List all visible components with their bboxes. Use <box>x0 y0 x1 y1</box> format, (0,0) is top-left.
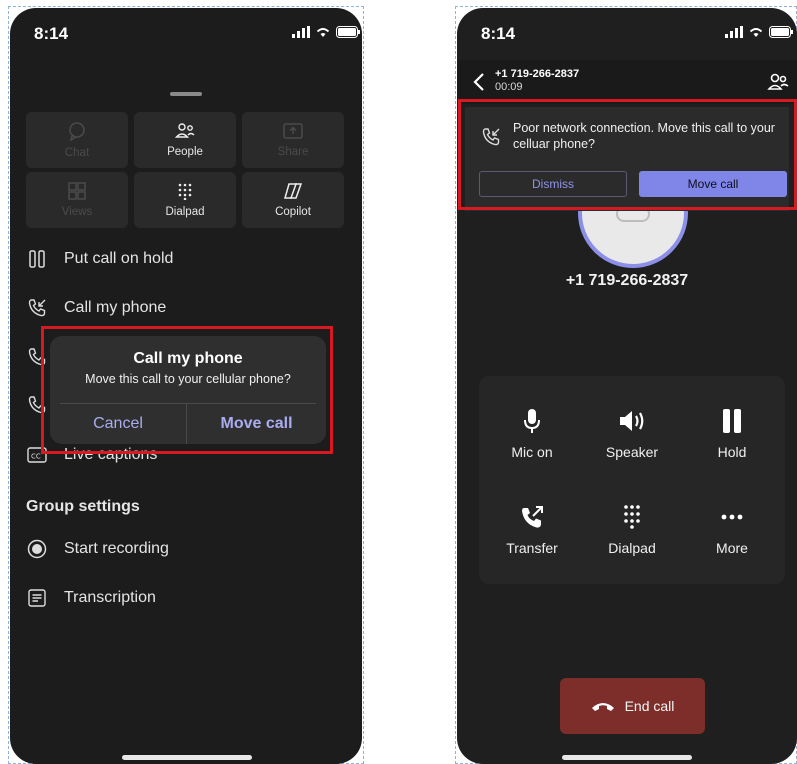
chat-icon <box>69 122 85 141</box>
more-icon <box>721 514 743 520</box>
grid-dialpad[interactable]: Dialpad <box>134 172 236 228</box>
speaker-button[interactable]: Speaker <box>587 408 677 460</box>
mic-icon <box>524 409 540 433</box>
drag-handle[interactable] <box>170 92 202 96</box>
hangup-icon <box>591 703 614 711</box>
home-indicator <box>122 755 252 760</box>
header-number: +1 719-266-2837 <box>495 68 580 80</box>
grid-views: Views <box>26 172 128 228</box>
dialpad-icon <box>178 183 192 200</box>
mic-button[interactable]: Mic on <box>487 408 577 460</box>
menu-start-recording[interactable]: Start recording <box>26 538 169 560</box>
menu-transcription[interactable]: Transcription <box>26 587 156 609</box>
menu-hold[interactable]: Put call on hold <box>26 248 173 270</box>
status-icons <box>292 26 360 38</box>
call-controls: Mic on Speaker Hold Transfer Dialpad Mor… <box>479 376 785 584</box>
people-icon[interactable] <box>767 72 789 92</box>
grid-copilot[interactable]: Copilot <box>242 172 344 228</box>
transfer-icon <box>522 506 543 528</box>
home-indicator <box>562 755 692 760</box>
battery-icon <box>769 26 793 38</box>
pause-icon <box>723 409 741 433</box>
people-icon <box>175 123 195 138</box>
hold-button[interactable]: Hold <box>687 408 777 460</box>
wifi-icon <box>749 28 763 37</box>
status-time: 8:14 <box>34 24 69 43</box>
end-call-button[interactable]: End call <box>560 678 705 734</box>
signal-icon <box>292 26 310 38</box>
battery-icon <box>336 26 360 38</box>
highlight-box-left <box>41 326 333 454</box>
views-icon <box>68 182 86 200</box>
status-time: 8:14 <box>481 24 516 43</box>
pause-outline-icon <box>26 248 48 270</box>
status-icons <box>725 26 793 38</box>
grid-share: Share <box>242 112 344 168</box>
svg-text:CC: CC <box>31 453 41 461</box>
dialpad-button[interactable]: Dialpad <box>587 504 677 556</box>
more-button[interactable]: More <box>687 504 777 556</box>
highlight-box-right <box>458 99 797 210</box>
share-icon <box>283 123 303 139</box>
grid-chat: Chat <box>26 112 128 168</box>
caller-number: +1 719-266-2837 <box>565 272 689 289</box>
record-icon <box>26 538 48 560</box>
signal-icon <box>725 26 743 38</box>
call-header: +1 719-266-2837 00:09 <box>457 60 797 104</box>
group-settings-heading: Group settings <box>26 498 140 515</box>
menu-call-my-phone[interactable]: Call my phone <box>26 297 166 319</box>
transcript-icon <box>26 587 48 609</box>
grid-people[interactable]: People <box>134 112 236 168</box>
back-arrow-icon[interactable] <box>473 72 485 92</box>
transfer-button[interactable]: Transfer <box>487 504 577 556</box>
header-duration: 00:09 <box>495 81 523 93</box>
wifi-icon <box>316 28 330 37</box>
speaker-icon <box>620 411 644 431</box>
phone-arrow-in-icon <box>26 297 48 319</box>
copilot-icon <box>284 183 303 199</box>
dialpad-icon <box>624 505 640 529</box>
